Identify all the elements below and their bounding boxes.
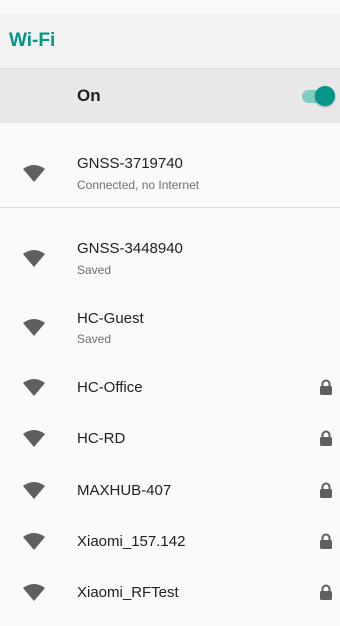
wifi-signal-icon [22, 583, 46, 601]
lock-icon [319, 379, 333, 395]
network-ssid: MAXHUB-407 [77, 482, 172, 499]
network-item-xiaomi-157-142[interactable]: Xiaomi_157.142 [0, 516, 340, 568]
app-bar: Wi-Fi [0, 14, 340, 69]
wifi-signal-icon [22, 164, 46, 182]
network-ssid: Xiaomi_157.142 [77, 533, 186, 550]
lock-icon [319, 430, 333, 446]
network-ssid: GNSS-3719740 [77, 155, 183, 172]
network-status: Saved [77, 263, 112, 277]
wifi-toggle-switch[interactable] [300, 85, 335, 107]
network-ssid: GNSS-3448940 [77, 240, 183, 257]
lock-icon [319, 533, 333, 549]
network-ssid: HC-RD [77, 430, 126, 447]
wifi-signal-icon [22, 532, 46, 550]
wifi-signal-icon [22, 318, 46, 336]
wifi-settings-screen: Wi-Fi On GNSS-3719740 Connected, no Inte… [0, 0, 340, 626]
page-title: Wi-Fi [9, 30, 56, 51]
wifi-signal-icon [22, 481, 46, 499]
section-divider [0, 207, 340, 208]
network-item-hc-office[interactable]: HC-Office [0, 362, 340, 414]
network-ssid: HC-Office [77, 379, 143, 396]
network-item-maxhub-407[interactable]: MAXHUB-407 [0, 465, 340, 517]
network-item-hc-guest[interactable]: HC-Guest Saved [0, 300, 340, 358]
network-item-hc-rd[interactable]: HC-RD [0, 413, 340, 465]
wifi-master-switch-label: On [77, 86, 101, 105]
wifi-signal-icon [22, 378, 46, 396]
network-ssid: HC-Guest [77, 310, 144, 327]
network-item-gnss-3448940[interactable]: GNSS-3448940 Saved [0, 228, 340, 286]
lock-icon [319, 584, 333, 600]
network-status: Saved [77, 332, 112, 346]
lock-icon [319, 482, 333, 498]
network-status: Connected, no Internet [77, 178, 200, 192]
wifi-signal-icon [22, 429, 46, 447]
network-item-gnss-3719740[interactable]: GNSS-3719740 Connected, no Internet [0, 138, 340, 206]
wifi-master-switch-row[interactable]: On [0, 69, 340, 123]
network-item-xiaomi-rftest[interactable]: Xiaomi_RFTest [0, 567, 340, 619]
network-ssid: Xiaomi_RFTest [77, 584, 179, 601]
wifi-signal-icon [22, 249, 46, 267]
toggle-thumb [315, 86, 335, 106]
